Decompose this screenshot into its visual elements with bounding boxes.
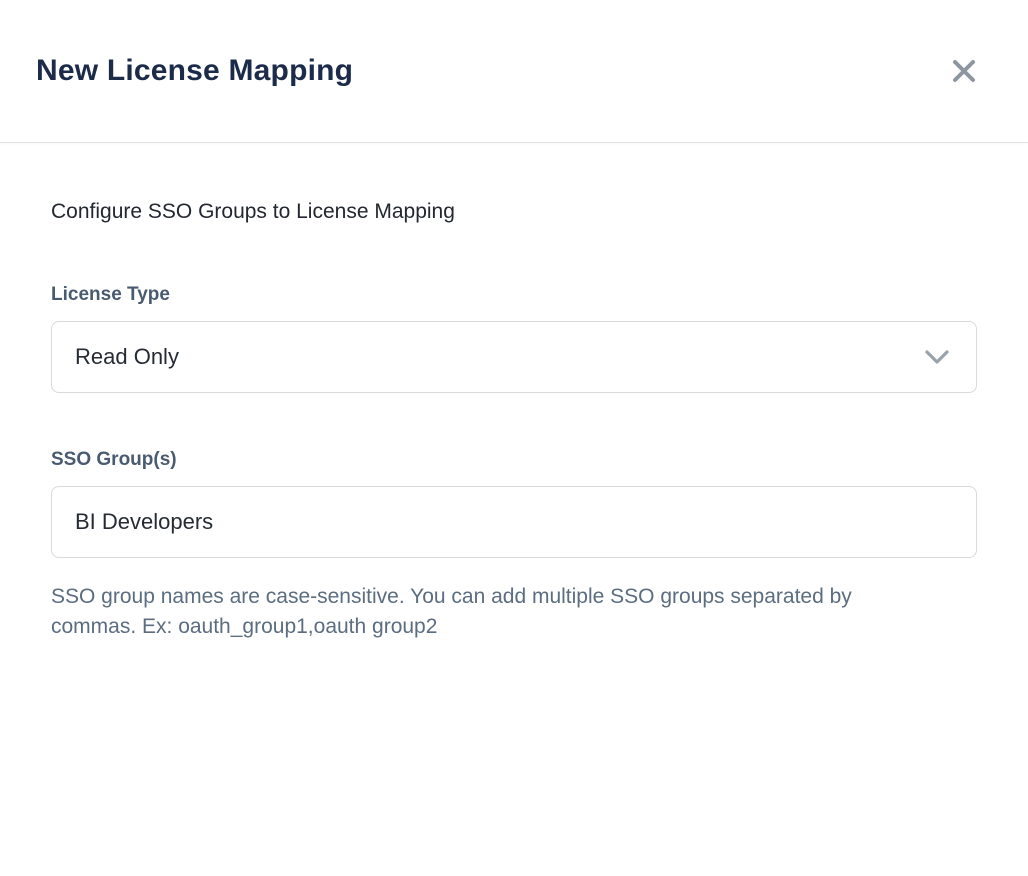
license-type-value: Read Only bbox=[75, 344, 179, 370]
sso-groups-label: SSO Group(s) bbox=[51, 449, 977, 471]
modal-title: New License Mapping bbox=[36, 54, 353, 88]
config-heading: Configure SSO Groups to License Mapping bbox=[51, 200, 977, 224]
sso-groups-help: SSO group names are case-sensitive. You … bbox=[51, 582, 931, 642]
license-type-label: License Type bbox=[51, 284, 977, 306]
sso-groups-input[interactable] bbox=[51, 486, 977, 558]
sso-groups-field-group: SSO Group(s) SSO group names are case-se… bbox=[51, 449, 977, 642]
close-icon bbox=[950, 57, 978, 85]
modal-header: New License Mapping bbox=[0, 0, 1028, 143]
chevron-down-icon bbox=[924, 349, 950, 365]
modal-body: Configure SSO Groups to License Mapping … bbox=[0, 143, 1028, 876]
close-button[interactable] bbox=[944, 51, 984, 91]
license-type-field-group: License Type Read Only bbox=[51, 284, 977, 393]
license-type-select[interactable]: Read Only bbox=[51, 321, 977, 393]
new-license-mapping-modal: New License Mapping Configure SSO Groups… bbox=[0, 0, 1028, 876]
